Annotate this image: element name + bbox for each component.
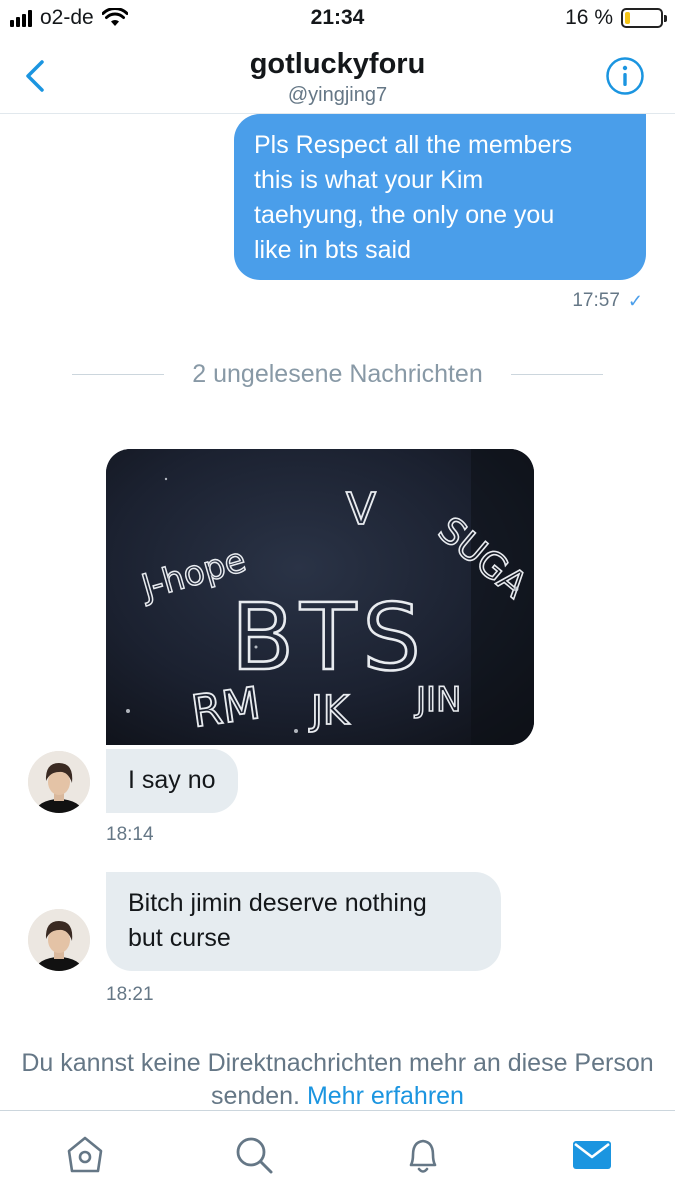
- message-line: but curse: [128, 924, 231, 952]
- battery-icon: [621, 8, 667, 28]
- conversation-title[interactable]: gotluckyforu: [0, 48, 675, 81]
- incoming-timestamp: 18:21: [106, 984, 154, 1005]
- incoming-image-message[interactable]: BTS J-hope V SUGA RM JK JIN: [106, 449, 534, 745]
- conversation-handle: @yingjing7: [287, 84, 388, 106]
- incoming-message-bubble[interactable]: I say no: [106, 749, 238, 813]
- chalk-v: V: [346, 484, 376, 535]
- message-line: Pls Respect all the members: [254, 131, 573, 159]
- learn-more-link[interactable]: Mehr erfahren: [307, 1082, 464, 1110]
- divider-line: [72, 373, 165, 375]
- message-line: this is what your Kim: [254, 166, 484, 194]
- chalk-rm: RM: [188, 678, 263, 738]
- read-check-icon: ✓: [627, 290, 643, 311]
- outgoing-message-bubble[interactable]: Pls Respect all the members this is what…: [234, 114, 646, 280]
- incoming-message-bubble[interactable]: Bitch jimin deserve nothing but curse: [106, 872, 501, 971]
- outgoing-timestamp-row: 17:57 ✓: [572, 290, 643, 312]
- message-line: like in bts said: [254, 236, 412, 264]
- unread-divider-label: 2 ungelesene Nachrichten: [192, 359, 483, 388]
- message-line: taehyung, the only one you: [254, 201, 555, 229]
- conversation-header: gotluckyforu @yingjing7: [0, 38, 675, 114]
- message-text: I say no: [128, 766, 216, 794]
- bell-icon[interactable]: [401, 1133, 445, 1177]
- unread-divider: 2 ungelesene Nachrichten: [72, 358, 604, 390]
- chalkboard-photo: BTS J-hope V SUGA RM JK JIN: [106, 449, 534, 745]
- search-icon[interactable]: [232, 1133, 276, 1177]
- chalk-bts: BTS: [231, 584, 427, 691]
- chalk-jin: JIN: [414, 680, 462, 720]
- status-bar: o2-de 21:34 16 %: [0, 0, 675, 38]
- divider-line: [510, 373, 604, 375]
- battery-group: 16 %: [565, 6, 667, 30]
- mail-icon[interactable]: [570, 1133, 614, 1177]
- message-line: Bitch jimin deserve nothing: [128, 889, 427, 917]
- avatar[interactable]: [28, 751, 90, 813]
- info-icon[interactable]: [605, 56, 645, 96]
- dm-disabled-notice: Du kannst keine Direktnachrichten mehr a…: [20, 1047, 655, 1113]
- avatar[interactable]: [28, 909, 90, 971]
- chalk-jk: JK: [308, 688, 351, 734]
- incoming-timestamp: 18:14: [106, 824, 154, 845]
- bottom-tab-bar: [0, 1110, 675, 1200]
- home-icon[interactable]: [63, 1133, 107, 1177]
- outgoing-timestamp: 17:57: [572, 290, 620, 311]
- battery-percent: 16 %: [565, 6, 613, 29]
